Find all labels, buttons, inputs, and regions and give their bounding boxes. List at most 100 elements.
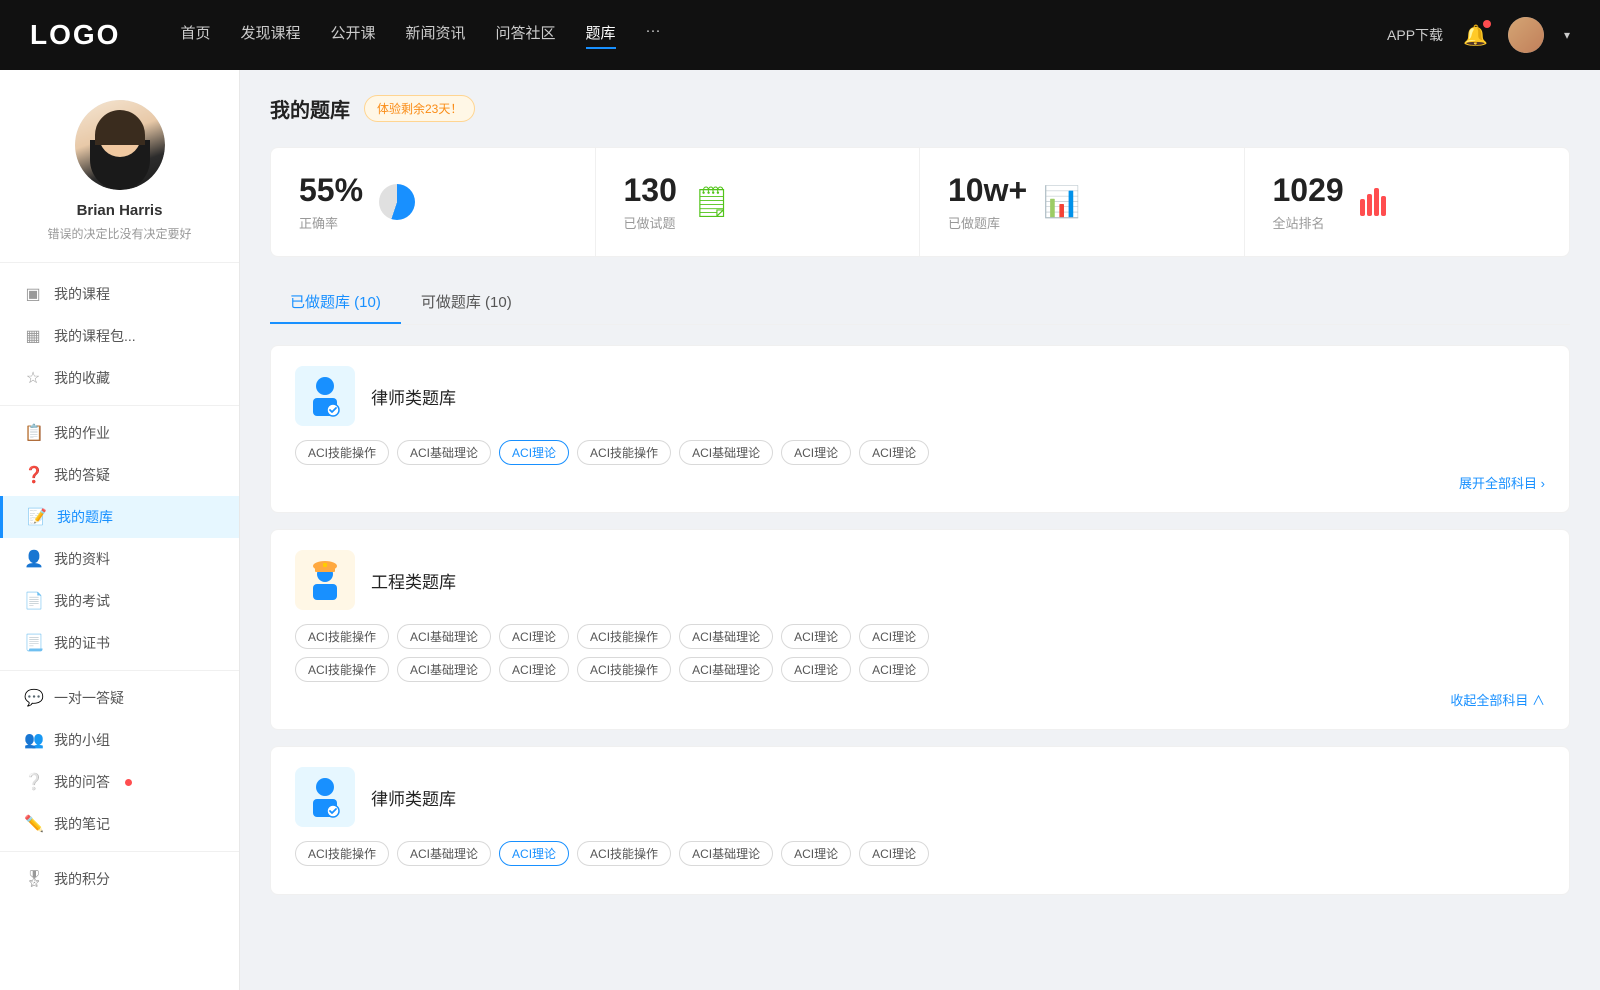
certs-icon: 📃 [24, 633, 42, 653]
bank-name-engineer: 工程类题库 [371, 568, 456, 593]
trial-badge: 体验剩余23天！ [364, 95, 475, 122]
sidebar-item-notes[interactable]: ✏️ 我的笔记 [0, 803, 239, 845]
nav-right: APP下载 🔔 ▾ [1387, 17, 1570, 53]
nav-qna[interactable]: 问答社区 [496, 22, 556, 49]
oneonone-icon: 💬 [24, 688, 42, 708]
nav-home[interactable]: 首页 [180, 22, 210, 49]
law2-tag-4[interactable]: ACI技能操作 [577, 841, 671, 866]
eng-tag-12[interactable]: ACI基础理论 [679, 657, 773, 682]
bank-card-lawyer-2-header: 律师类题库 [295, 767, 1545, 827]
homework-label: 我的作业 [54, 423, 110, 443]
bank-name-lawyer-2: 律师类题库 [371, 785, 456, 810]
eng-tag-4[interactable]: ACI技能操作 [577, 624, 671, 649]
law2-tag-3-active[interactable]: ACI理论 [499, 841, 569, 866]
bank-tags-lawyer-1: ACI技能操作 ACI基础理论 ACI理论 ACI技能操作 ACI基础理论 AC… [295, 440, 1545, 465]
sidebar-item-profile[interactable]: 👤 我的资料 [0, 538, 239, 580]
tab-available[interactable]: 可做题库 (10) [401, 281, 532, 324]
eng-tag-2[interactable]: ACI基础理论 [397, 624, 491, 649]
tag-1[interactable]: ACI技能操作 [295, 440, 389, 465]
app-download-btn[interactable]: APP下载 [1387, 25, 1443, 45]
eng-tag-6[interactable]: ACI理论 [781, 624, 851, 649]
stat-banks-label: 已做题库 [948, 213, 1027, 232]
law2-tag-1[interactable]: ACI技能操作 [295, 841, 389, 866]
courses-icon: ▣ [24, 284, 42, 304]
bank-tags-engineer-row2: ACI技能操作 ACI基础理论 ACI理论 ACI技能操作 ACI基础理论 AC… [295, 657, 1545, 682]
packages-label: 我的课程包... [54, 326, 136, 346]
profile-label: 我的资料 [54, 549, 110, 569]
law2-tag-5[interactable]: ACI基础理论 [679, 841, 773, 866]
eng-tag-11[interactable]: ACI技能操作 [577, 657, 671, 682]
expand-link-lawyer-1[interactable]: 展开全部科目 › [295, 473, 1545, 492]
stat-done-info: 130 已做试题 [624, 172, 677, 232]
tag-7[interactable]: ACI理论 [859, 440, 929, 465]
certs-label: 我的证书 [54, 633, 110, 653]
tag-2[interactable]: ACI基础理论 [397, 440, 491, 465]
eng-tag-3[interactable]: ACI理论 [499, 624, 569, 649]
sidebar-item-certs[interactable]: 📃 我的证书 [0, 622, 239, 664]
collapse-link-engineer[interactable]: 收起全部科目 ∧ [295, 690, 1545, 709]
tag-3-active[interactable]: ACI理论 [499, 440, 569, 465]
stats-row: 55% 正确率 130 已做试题 🗒 10w+ 已做题库 📊 [270, 147, 1570, 257]
list-icon: 🗒 [693, 185, 731, 220]
qna-label: 我的答疑 [54, 465, 110, 485]
stat-ranking: 1029 全站排名 [1245, 148, 1570, 256]
nav-discover[interactable]: 发现课程 [240, 22, 300, 49]
stat-accuracy-info: 55% 正确率 [299, 172, 363, 232]
eng-tag-5[interactable]: ACI基础理论 [679, 624, 773, 649]
stat-banks-info: 10w+ 已做题库 [948, 172, 1027, 232]
sidebar-item-favorites[interactable]: ☆ 我的收藏 [0, 357, 239, 399]
user-avatar-nav[interactable] [1508, 17, 1544, 53]
page-title: 我的题库 [270, 94, 350, 123]
bell-icon: 🔔 [1463, 25, 1488, 47]
law2-tag-6[interactable]: ACI理论 [781, 841, 851, 866]
sidebar-item-packages[interactable]: ▦ 我的课程包... [0, 315, 239, 357]
nav-more[interactable]: ··· [646, 22, 661, 49]
stat-done-value: 130 [624, 172, 677, 209]
eng-tag-7[interactable]: ACI理论 [859, 624, 929, 649]
law2-tag-2[interactable]: ACI基础理论 [397, 841, 491, 866]
homework-icon: 📋 [24, 423, 42, 443]
law2-tag-7[interactable]: ACI理论 [859, 841, 929, 866]
nav-news[interactable]: 新闻资讯 [406, 22, 466, 49]
tag-4[interactable]: ACI技能操作 [577, 440, 671, 465]
sidebar-item-exams[interactable]: 📄 我的考试 [0, 580, 239, 622]
eng-tag-8[interactable]: ACI技能操作 [295, 657, 389, 682]
sidebar-item-courses[interactable]: ▣ 我的课程 [0, 273, 239, 315]
sidebar-item-groups[interactable]: 👥 我的小组 [0, 719, 239, 761]
nav-opencourse[interactable]: 公开课 [330, 22, 375, 49]
tag-5[interactable]: ACI基础理论 [679, 440, 773, 465]
main-content: 我的题库 体验剩余23天！ 55% 正确率 130 已做试题 🗒 [240, 70, 1600, 990]
groups-icon: 👥 [24, 730, 42, 750]
ranking-bar-chart [1360, 188, 1386, 216]
lawyer-icon-2 [295, 767, 355, 827]
sidebar-item-points[interactable]: 🎖 我的积分 [0, 858, 239, 900]
tab-done[interactable]: 已做题库 (10) [270, 281, 401, 324]
answers-label: 我的问答 [54, 772, 110, 792]
stat-accuracy-value: 55% [299, 172, 363, 209]
nav-questions[interactable]: 题库 [586, 22, 616, 49]
profile-motto: 错误的决定比没有决定要好 [20, 225, 219, 242]
sidebar-item-answers[interactable]: ❔ 我的问答 [0, 761, 239, 803]
bank-card-lawyer-2: 律师类题库 ACI技能操作 ACI基础理论 ACI理论 ACI技能操作 ACI基… [270, 746, 1570, 895]
eng-tag-9[interactable]: ACI基础理论 [397, 657, 491, 682]
eng-tag-14[interactable]: ACI理论 [859, 657, 929, 682]
bank-card-engineer: 工程类题库 ACI技能操作 ACI基础理论 ACI理论 ACI技能操作 ACI基… [270, 529, 1570, 730]
logo: LOGO [30, 19, 120, 51]
sidebar-item-questions[interactable]: 📝 我的题库 [0, 496, 239, 538]
eng-tag-1[interactable]: ACI技能操作 [295, 624, 389, 649]
profile-name: Brian Harris [20, 202, 219, 219]
user-menu-chevron[interactable]: ▾ [1564, 28, 1570, 42]
stat-done-label: 已做试题 [624, 213, 677, 232]
main-layout: Brian Harris 错误的决定比没有决定要好 ▣ 我的课程 ▦ 我的课程包… [0, 70, 1600, 990]
eng-tag-13[interactable]: ACI理论 [781, 657, 851, 682]
exams-icon: 📄 [24, 591, 42, 611]
bank-card-engineer-header: 工程类题库 [295, 550, 1545, 610]
notification-bell[interactable]: 🔔 [1463, 23, 1488, 48]
tag-6[interactable]: ACI理论 [781, 440, 851, 465]
eng-tag-10[interactable]: ACI理论 [499, 657, 569, 682]
sidebar-item-qna[interactable]: ❓ 我的答疑 [0, 454, 239, 496]
sidebar-item-homework[interactable]: 📋 我的作业 [0, 412, 239, 454]
sidebar-item-oneonone[interactable]: 💬 一对一答疑 [0, 677, 239, 719]
points-icon: 🎖 [24, 869, 42, 889]
table-icon: 📊 [1043, 185, 1080, 220]
